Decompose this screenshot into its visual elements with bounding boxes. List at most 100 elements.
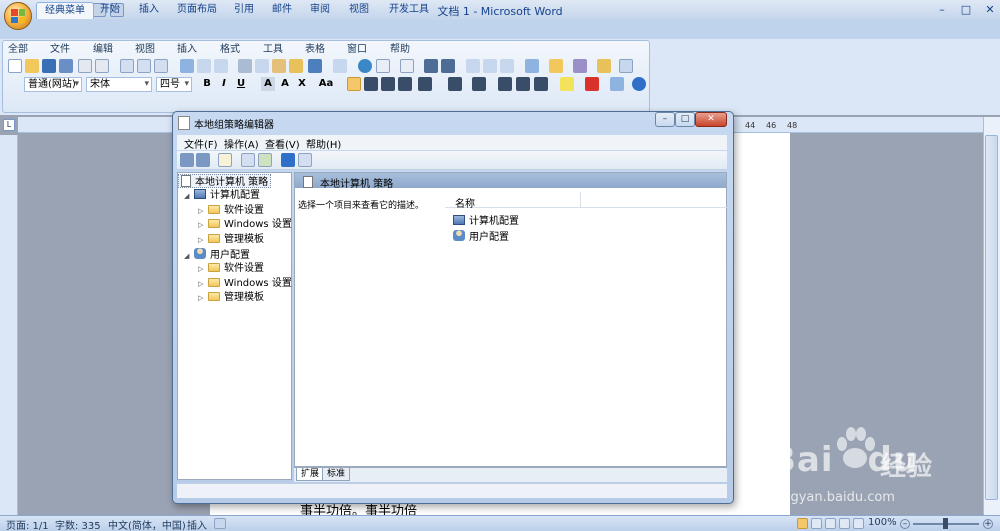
track-changes-icon[interactable] bbox=[214, 59, 228, 73]
menu-table[interactable]: 表格 bbox=[305, 43, 325, 57]
align-center-icon[interactable] bbox=[364, 77, 378, 91]
zoom-icon[interactable] bbox=[500, 59, 514, 73]
menu-help[interactable]: 帮助 bbox=[390, 43, 410, 57]
style-icon[interactable] bbox=[597, 59, 611, 73]
tab-home[interactable]: 开始 bbox=[92, 2, 128, 19]
dialog-menu-help[interactable]: 帮助(H) bbox=[306, 136, 341, 151]
list-item-computer-config[interactable]: 计算机配置 bbox=[453, 212, 519, 227]
zoom-slider-thumb[interactable] bbox=[943, 518, 948, 529]
word-count-icon[interactable] bbox=[197, 59, 211, 73]
outline-view-icon[interactable] bbox=[839, 518, 850, 529]
menu-format[interactable]: 格式 bbox=[220, 43, 240, 57]
print-icon[interactable] bbox=[78, 59, 92, 73]
reading-view-icon[interactable] bbox=[811, 518, 822, 529]
scale-button[interactable]: X bbox=[295, 77, 309, 91]
spelling-icon[interactable] bbox=[120, 59, 134, 73]
paste-icon[interactable] bbox=[272, 59, 286, 73]
insert-table-icon[interactable] bbox=[376, 59, 390, 73]
insert-mode[interactable]: 插入 bbox=[187, 517, 207, 531]
char-shading-button[interactable]: A bbox=[278, 77, 292, 91]
show-hide-icon[interactable] bbox=[424, 59, 438, 73]
tab-view[interactable]: 视图 bbox=[341, 2, 377, 19]
menu-all[interactable]: 全部 bbox=[8, 43, 28, 57]
dialog-minimize-button[interactable]: – bbox=[655, 112, 675, 127]
tree-root-item[interactable]: 本地计算机 策略 bbox=[178, 174, 272, 188]
font-size-combo[interactable]: 四号 bbox=[156, 77, 192, 92]
increase-indent-icon[interactable] bbox=[516, 77, 530, 91]
menu-tools[interactable]: 工具 bbox=[263, 43, 283, 57]
drawing-icon[interactable] bbox=[441, 59, 455, 73]
bold-button[interactable]: B bbox=[200, 77, 214, 91]
text-effects-icon[interactable] bbox=[610, 77, 624, 91]
undo-toolbar-icon[interactable] bbox=[308, 59, 322, 73]
page-count[interactable]: 页面: 1/1 bbox=[6, 517, 49, 531]
tree-computer-admin[interactable]: ▷ 管理模板 bbox=[198, 233, 264, 247]
font-color-icon[interactable] bbox=[585, 77, 599, 91]
word-count[interactable]: 字数: 335 bbox=[55, 517, 101, 531]
decrease-indent-icon[interactable] bbox=[498, 77, 512, 91]
tree-computer-software[interactable]: ▷ 软件设置 bbox=[198, 204, 264, 218]
highlight-icon[interactable] bbox=[560, 77, 574, 91]
tree-computer-windows[interactable]: ▷ Windows 设置 bbox=[198, 218, 292, 232]
close-button[interactable]: ✕ bbox=[978, 0, 1000, 18]
tree-user-software[interactable]: ▷ 软件设置 bbox=[198, 262, 264, 276]
column-name-header[interactable]: 名称 bbox=[455, 195, 475, 210]
tab-classic-menu[interactable]: 经典菜单 bbox=[36, 2, 94, 19]
forward-icon[interactable] bbox=[196, 153, 210, 167]
tree-user-config[interactable]: ◢ 用户配置 bbox=[184, 248, 250, 262]
tree-user-windows[interactable]: ▷ Windows 设置 bbox=[198, 277, 292, 291]
read-mode-icon[interactable] bbox=[154, 59, 168, 73]
font-combo[interactable]: 宋体 bbox=[86, 77, 152, 92]
copy-icon[interactable] bbox=[255, 59, 269, 73]
collapse-arrow-icon[interactable]: ◢ bbox=[184, 249, 194, 263]
dialog-help-icon[interactable] bbox=[281, 153, 295, 167]
dialog-menu-action[interactable]: 操作(A) bbox=[224, 136, 259, 151]
tab-extended[interactable]: 扩展 bbox=[296, 468, 325, 481]
style-combo[interactable]: 普通(网站) bbox=[24, 77, 82, 92]
menu-view[interactable]: 视图 bbox=[135, 43, 155, 57]
redo-toolbar-icon[interactable] bbox=[333, 59, 347, 73]
envelope-icon[interactable] bbox=[573, 59, 587, 73]
format-painter-icon[interactable] bbox=[289, 59, 303, 73]
menu-edit[interactable]: 编辑 bbox=[93, 43, 113, 57]
tab-page-layout[interactable]: 页面布局 bbox=[169, 2, 225, 19]
tab-references[interactable]: 引用 bbox=[226, 2, 262, 19]
export-list-icon[interactable] bbox=[258, 153, 272, 167]
tab-standard[interactable]: 标准 bbox=[322, 468, 351, 481]
web-layout-view-icon[interactable] bbox=[825, 518, 836, 529]
zoom-in-icon[interactable]: + bbox=[983, 519, 993, 529]
expand-arrow-icon[interactable]: ▷ bbox=[198, 291, 208, 305]
menu-file[interactable]: 文件 bbox=[50, 43, 70, 57]
underline-button[interactable]: U bbox=[234, 77, 248, 91]
list-item-user-config[interactable]: 用户配置 bbox=[453, 228, 509, 243]
vertical-ruler[interactable] bbox=[0, 135, 18, 515]
properties-icon[interactable] bbox=[298, 153, 312, 167]
minimize-button[interactable]: – bbox=[930, 0, 954, 18]
scroll-thumb[interactable] bbox=[985, 135, 998, 500]
numbering-icon[interactable] bbox=[448, 77, 462, 91]
align-left-icon[interactable] bbox=[347, 77, 361, 91]
dialog-maximize-button[interactable]: □ bbox=[675, 112, 695, 127]
columns-icon[interactable] bbox=[400, 59, 414, 73]
back-icon[interactable] bbox=[180, 153, 194, 167]
translate-icon[interactable] bbox=[180, 59, 194, 73]
align-right-icon[interactable] bbox=[381, 77, 395, 91]
language-status[interactable]: 中文(简体，中国) bbox=[108, 517, 186, 531]
zoom-out-icon[interactable]: – bbox=[900, 519, 910, 529]
char-border-button[interactable]: A bbox=[261, 77, 275, 91]
zoom-level[interactable]: 100% bbox=[868, 517, 897, 528]
expand-arrow-icon[interactable]: ▷ bbox=[198, 262, 208, 276]
fullscreen-icon[interactable] bbox=[525, 59, 539, 73]
collapse-arrow-icon[interactable]: ◢ bbox=[184, 189, 194, 203]
hyperlink-icon[interactable] bbox=[358, 59, 372, 73]
bullets-icon[interactable] bbox=[472, 77, 486, 91]
tab-selector[interactable]: L bbox=[3, 119, 15, 131]
menu-insert[interactable]: 插入 bbox=[177, 43, 197, 57]
permission-icon[interactable] bbox=[59, 59, 73, 73]
menu-window[interactable]: 窗口 bbox=[347, 43, 367, 57]
options-icon[interactable] bbox=[619, 59, 633, 73]
dialog-menu-file[interactable]: 文件(F) bbox=[184, 136, 218, 151]
expand-arrow-icon[interactable]: ▷ bbox=[198, 218, 208, 232]
dialog-close-button[interactable]: ✕ bbox=[695, 112, 727, 127]
preview-icon[interactable] bbox=[95, 59, 109, 73]
